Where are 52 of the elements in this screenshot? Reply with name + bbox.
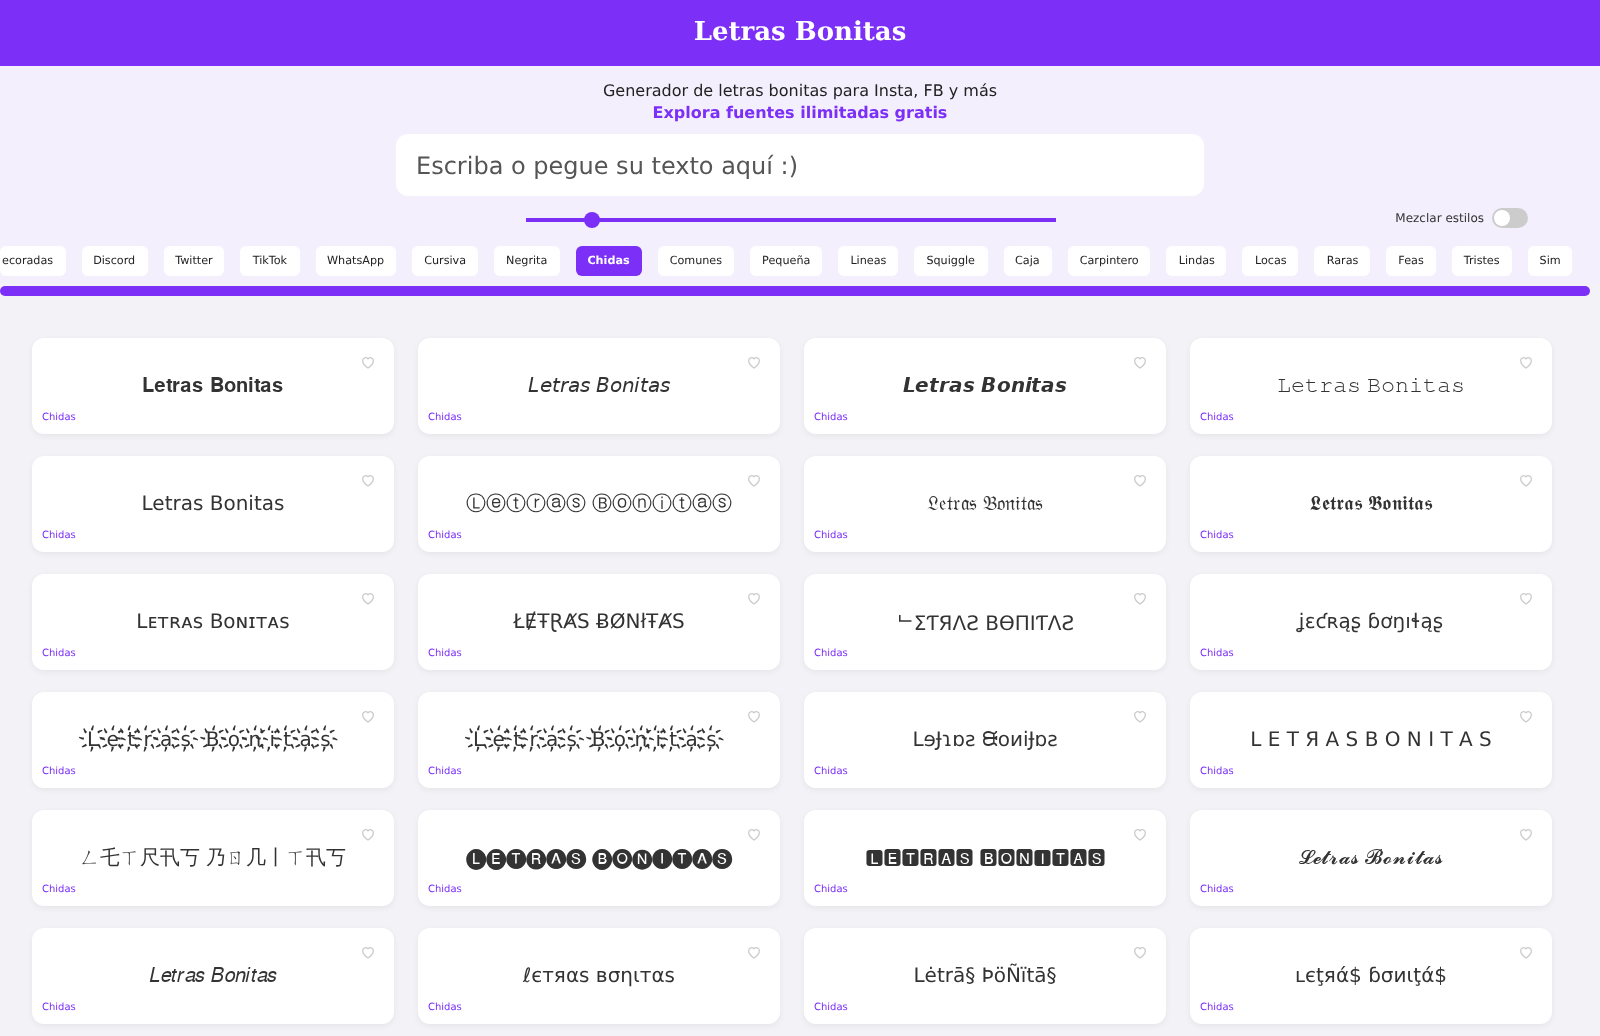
subtitle: Generador de letras bonitas para Insta, FB y más bbox=[602, 80, 998, 102]
heart-icon[interactable] bbox=[360, 472, 376, 488]
font-sample: ʝɛƈʀąʂ ɓơŋıɬąʂ bbox=[1298, 611, 1444, 633]
site-title: Letras Bonitas bbox=[693, 18, 907, 48]
font-sample: 𝘓𝘦𝘵𝘳𝘢𝘴 𝘉𝘰𝘯𝘪𝘵𝘢𝘴 bbox=[527, 374, 671, 398]
font-sample: Lėtrā§ ÞöÑïtā§ bbox=[913, 965, 1057, 987]
mix-styles-toggle[interactable] bbox=[1492, 208, 1528, 228]
font-sample: 𝐋𝐞𝐭𝐫𝐚𝐬 𝐁𝐨𝐧𝐢𝐭𝐚𝐬 bbox=[141, 375, 285, 397]
font-sample: Ⓛⓔⓣⓡⓐⓢ Ⓑⓞⓝⓘⓣⓐⓢ bbox=[465, 491, 733, 518]
font-sample: 🅛🅔🅣🅡🅐🅢 🅑🅞🅝🅘🅣🅐🅢 bbox=[465, 847, 733, 869]
heart-icon[interactable] bbox=[746, 944, 762, 960]
heart-icon[interactable] bbox=[746, 472, 762, 488]
font-sample: ᄂΣƬЯΛƧ ΒӨПIƬΛƧ bbox=[895, 611, 1075, 635]
heart-icon[interactable] bbox=[1518, 826, 1534, 842]
heart-icon[interactable] bbox=[746, 590, 762, 606]
font-sample: Lᴇᴛʀᴀs Bᴏɴɪᴛᴀs bbox=[136, 611, 290, 633]
heart-icon[interactable] bbox=[1132, 472, 1148, 488]
font-sample: Letras Bonitas bbox=[141, 493, 285, 515]
font-sample: L E T Я A S B O N I T A S bbox=[1250, 729, 1492, 751]
font-sample: 🅻🅴🆃🆁🅰🆂 🅱🅾🅽🅸🆃🅰🆂 bbox=[864, 847, 1106, 869]
font-sample: 𝐿𝑒𝑡𝑟𝑎𝑠 𝐵𝑜𝑛𝑖𝑡𝑎𝑠 bbox=[148, 965, 278, 987]
font-sample: ŁɆŦⱤȺS ɃØNłŦȺS bbox=[513, 611, 685, 633]
text-input-field[interactable]: Escriba o pegue su texto aquí :) bbox=[396, 134, 1204, 196]
heart-icon[interactable] bbox=[360, 708, 376, 724]
font-sample: 𝙻𝚎𝚝𝚛𝚊𝚜 𝙱𝚘𝚗𝚒𝚝𝚊𝚜 bbox=[1276, 375, 1466, 397]
heart-icon[interactable] bbox=[746, 354, 762, 370]
heart-icon[interactable] bbox=[1518, 354, 1534, 370]
heart-icon[interactable] bbox=[1518, 708, 1534, 724]
heart-icon[interactable] bbox=[360, 944, 376, 960]
font-sample: ㄥ乇ㄒ尺卂丂 乃ㄖ几丨ㄒ卂丂 bbox=[79, 845, 347, 872]
explore-link[interactable]: Explora fuentes ilimitadas gratis bbox=[652, 102, 948, 124]
heart-icon[interactable] bbox=[1518, 944, 1534, 960]
font-sample: 𝔏𝔢𝔱𝔯𝔞𝔰 𝔅𝔬𝔫𝔦𝔱𝔞𝔰 bbox=[926, 493, 1044, 515]
heart-icon[interactable] bbox=[360, 826, 376, 842]
heart-icon[interactable] bbox=[746, 708, 762, 724]
font-sample: 𝙇𝙚𝙩𝙧𝙖𝙨 𝘽𝙤𝙣𝙞𝙩𝙖𝙨 bbox=[902, 374, 1068, 398]
heart-icon[interactable] bbox=[1132, 826, 1148, 842]
font-sample: LɘɈɿɒƨ ᙠoᴎiɈɒƨ bbox=[912, 729, 1058, 751]
heart-icon[interactable] bbox=[1132, 944, 1148, 960]
heart-icon[interactable] bbox=[1518, 472, 1534, 488]
heart-icon[interactable] bbox=[1132, 590, 1148, 606]
heart-icon[interactable] bbox=[360, 590, 376, 606]
font-sample: 𝕷𝖊𝖙𝖗𝖆𝖘 𝕭𝖔𝖓𝖎𝖙𝖆𝖘 bbox=[1309, 493, 1433, 515]
heart-icon[interactable] bbox=[1132, 708, 1148, 724]
heart-icon[interactable] bbox=[1518, 590, 1534, 606]
font-sample: ʟєţяά$ ɓσиιţά$ bbox=[1294, 965, 1448, 987]
heart-icon[interactable] bbox=[1132, 354, 1148, 370]
font-sample: ℓєтяαѕ вσηιтαѕ bbox=[522, 965, 676, 987]
heart-icon[interactable] bbox=[746, 826, 762, 842]
font-sample: 𝓛𝓮𝓽𝓻𝓪𝓼 𝓑𝓸𝓷𝓲𝓽𝓪𝓼 bbox=[1298, 847, 1444, 869]
slider-thumb[interactable] bbox=[584, 212, 601, 228]
heart-icon[interactable] bbox=[360, 354, 376, 370]
